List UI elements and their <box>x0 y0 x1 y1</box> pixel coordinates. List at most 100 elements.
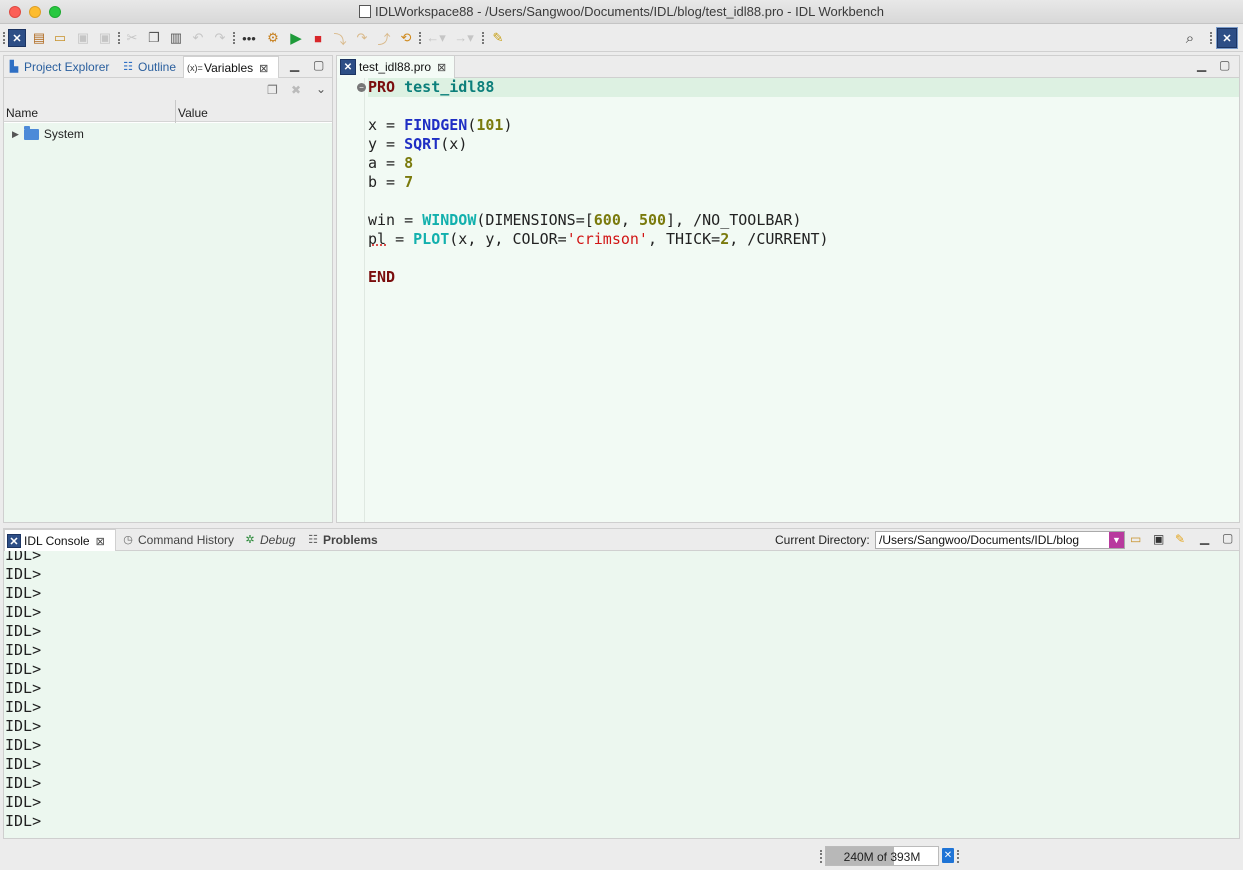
minimize-console-icon[interactable]: ▁ <box>1200 531 1209 545</box>
window-title: IDLWorkspace88 - /Users/Sangwoo/Document… <box>375 4 884 19</box>
clear-console-icon[interactable]: ✎ <box>1175 532 1185 546</box>
view-menu-icon[interactable]: ⌄ <box>316 82 326 96</box>
idl-perspective-active-icon[interactable]: ✕ <box>1216 27 1238 49</box>
undo-icon[interactable]: ↶ <box>189 29 207 47</box>
heap-status[interactable]: 240M of 393M <box>825 846 939 866</box>
tab-test-idl88-pro[interactable]: ✕ test_idl88.pro ⊠ <box>337 56 456 79</box>
step-over-icon[interactable]: ↷ <box>353 29 371 47</box>
current-directory-field[interactable]: /Users/Sangwoo/Documents/IDL/blog ▼ <box>875 531 1125 549</box>
chevron-down-icon[interactable]: ▼ <box>1109 532 1124 548</box>
console-lines: IDL> IDL> IDL> IDL> IDL> IDL> IDL> IDL> IDL> IDL>… <box>4 551 1239 831</box>
tab-project-explorer[interactable]: ▙ Project Explorer <box>4 56 116 78</box>
editor-tabs: ✕ test_idl88.pro ⊠ ▁ ▢ <box>337 56 1239 78</box>
maximize-console-icon[interactable]: ▢ <box>1222 531 1233 545</box>
variables-header: Name Value <box>4 104 332 122</box>
variable-name: System <box>43 127 84 141</box>
stop-icon[interactable]: ■ <box>309 29 327 47</box>
console-prompt-line: IDL> <box>5 603 42 621</box>
save-all-icon[interactable]: ▣ <box>96 29 114 47</box>
console-prompt-line: IDL> <box>5 622 42 640</box>
open-file-icon[interactable]: ▭ <box>51 29 69 47</box>
pin-icon[interactable]: ✎ <box>489 29 507 47</box>
reset-icon[interactable]: ⟲ <box>397 29 415 47</box>
console-prompt-line: IDL> <box>5 736 42 754</box>
set-directory-icon[interactable]: ▣ <box>1153 532 1164 546</box>
open-folder-icon[interactable]: ▭ <box>1130 532 1141 546</box>
copy-icon[interactable]: ❐ <box>145 29 163 47</box>
code-line: a = 8 <box>368 154 414 172</box>
console-prompt-line: IDL> <box>5 774 42 792</box>
editor-body[interactable]: − PRO test_idl88 x = FINDGEN(101) y = SQ… <box>337 78 1239 522</box>
code-line: x = FINDGEN(101) <box>368 116 513 134</box>
console-output[interactable]: IDL> IDL> IDL> IDL> IDL> IDL> IDL> IDL> IDL> IDL>… <box>4 551 1239 838</box>
bug-icon: ✲ <box>245 534 255 546</box>
heap-status-text: 240M of 393M <box>843 850 921 864</box>
minimize-view-icon[interactable]: ▁ <box>290 58 299 72</box>
project-explorer-icon: ▙ <box>9 61 19 73</box>
maximize-view-icon[interactable]: ▢ <box>313 58 324 72</box>
cut-icon[interactable]: ✂ <box>123 29 141 47</box>
variable-row-system[interactable]: ▶ System <box>12 125 84 141</box>
idl-perspective-icon[interactable]: ✕ <box>8 29 26 47</box>
remove-icon[interactable]: ✖ <box>291 83 301 97</box>
step-out-icon[interactable]: ⤴ <box>375 29 393 47</box>
code-line: b = 7 <box>368 173 414 191</box>
outline-icon: ☷ <box>123 61 133 73</box>
maximize-editor-icon[interactable]: ▢ <box>1219 58 1230 72</box>
back-icon[interactable]: ←▾ <box>425 29 447 47</box>
tab-problems[interactable]: ☷ Problems <box>304 529 378 551</box>
tab-outline[interactable]: ☷ Outline <box>118 56 182 78</box>
trash-icon[interactable]: ✕ <box>942 848 954 863</box>
toolbar-grip[interactable] <box>3 32 5 44</box>
code-line: pl = PLOT(x, y, COLOR='crimson', THICK=2… <box>368 230 829 248</box>
history-icon: ◷ <box>123 534 133 546</box>
collapse-all-icon[interactable]: ❐ <box>267 83 278 97</box>
console-prompt-line: IDL> <box>5 660 42 678</box>
console-prompt-line: IDL> <box>5 717 42 735</box>
tab-command-history[interactable]: ◷ Command History <box>119 529 234 551</box>
code-area[interactable]: PRO test_idl88 x = FINDGEN(101) y = SQRT… <box>368 78 1239 287</box>
console-prompt-line: IDL> <box>5 793 42 811</box>
title-bar: IDLWorkspace88 - /Users/Sangwoo/Document… <box>0 0 1243 24</box>
breakpoint-icon[interactable]: ••• <box>240 29 258 47</box>
code-line: y = SQRT(x) <box>368 135 468 153</box>
expand-arrow-icon[interactable]: ▶ <box>12 129 19 140</box>
console-prompt-line: IDL> <box>5 551 42 564</box>
close-icon[interactable]: ⊠ <box>96 531 105 553</box>
current-directory-label: Current Directory: <box>775 533 870 547</box>
tab-variables[interactable]: (x)= Variables ⊠ <box>183 56 279 78</box>
console-prompt-line: IDL> <box>5 679 42 697</box>
editor-gutter: − <box>337 78 366 522</box>
tab-debug[interactable]: ✲ Debug <box>241 529 295 551</box>
console-tabs: ✕ IDL Console ⊠ ◷ Command History ✲ Debug… <box>4 529 1239 551</box>
column-value-header[interactable]: Value <box>178 106 208 120</box>
save-icon[interactable]: ▣ <box>74 29 92 47</box>
console-prompt-line: IDL> <box>5 698 42 716</box>
fold-icon[interactable]: − <box>357 83 366 92</box>
compile-icon[interactable]: ⚙ <box>264 29 282 47</box>
close-icon[interactable]: ⊠ <box>259 58 268 80</box>
folder-icon <box>23 125 39 140</box>
search-icon[interactable]: ⌕ <box>1181 29 1199 47</box>
redo-icon[interactable]: ↷ <box>211 29 229 47</box>
console-panel: ✕ IDL Console ⊠ ◷ Command History ✲ Debug… <box>3 528 1240 839</box>
tab-idl-console[interactable]: ✕ IDL Console ⊠ <box>4 529 116 551</box>
console-prompt-line: IDL> <box>5 584 42 602</box>
left-panel-tabs: ▙ Project Explorer ☷ Outline (x)= Variab… <box>4 56 332 78</box>
code-line: PRO test_idl88 <box>368 78 1239 97</box>
forward-icon[interactable]: →▾ <box>453 29 475 47</box>
idl-console-icon: ✕ <box>7 534 21 548</box>
problems-icon: ☷ <box>308 534 318 546</box>
minimize-editor-icon[interactable]: ▁ <box>1197 58 1206 72</box>
run-icon[interactable]: ▶ <box>287 29 305 47</box>
new-file-icon[interactable]: ▤ <box>30 29 48 47</box>
column-name-header[interactable]: Name <box>6 106 38 120</box>
code-editor: ✕ test_idl88.pro ⊠ ▁ ▢ − PRO test_idl88 x… <box>336 55 1240 523</box>
left-panel: ▙ Project Explorer ☷ Outline (x)= Variab… <box>3 55 333 523</box>
step-into-icon[interactable]: ⤵ <box>331 29 349 47</box>
close-icon[interactable]: ⊠ <box>437 57 446 79</box>
variables-toolbar: ❐ ✖ ⌄ <box>4 78 332 104</box>
paste-icon[interactable]: ▥ <box>167 29 185 47</box>
